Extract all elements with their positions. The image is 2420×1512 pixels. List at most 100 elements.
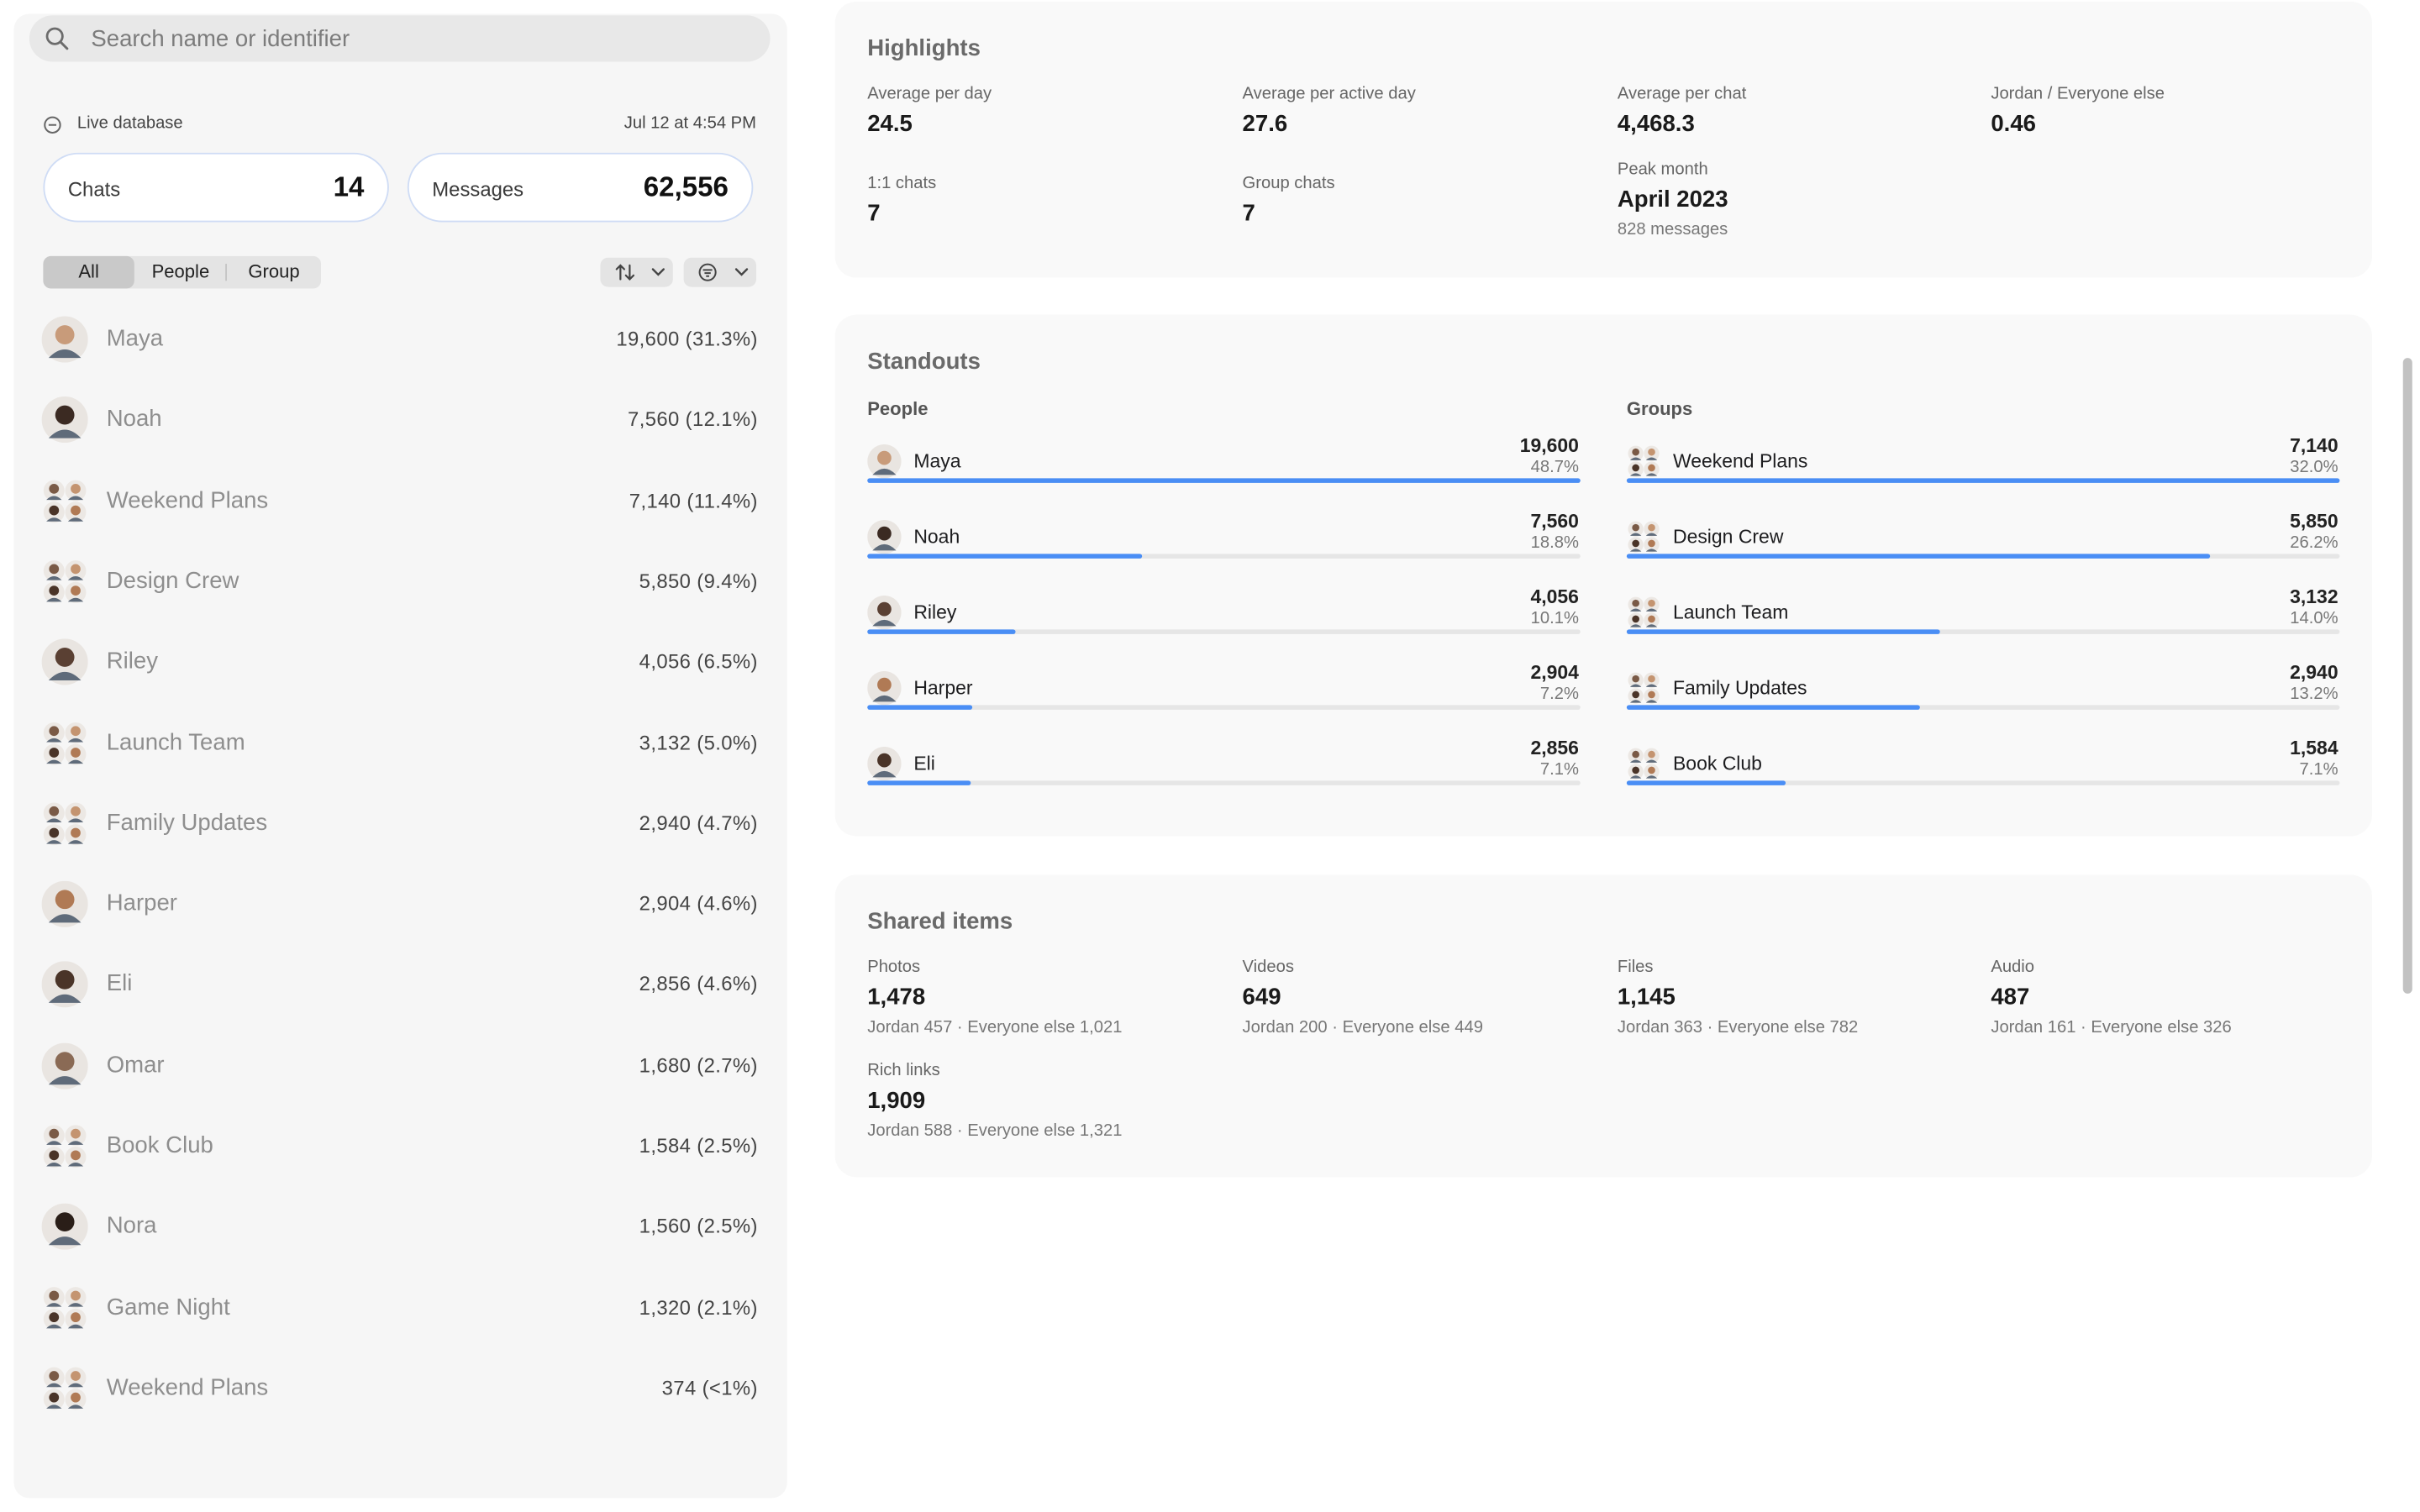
main-scrollbar[interactable]: [2402, 358, 2412, 994]
standout-name: Riley: [913, 601, 957, 624]
sort-menu-button[interactable]: [600, 257, 673, 287]
standout-bar-track: [1626, 780, 2340, 785]
conversation-item-weekend-plans[interactable]: Weekend Plans 374 (<1%): [14, 1348, 787, 1429]
avatar: [42, 1123, 88, 1169]
conversation-name: Noah: [106, 406, 162, 433]
standout-percent: 10.1%: [1530, 609, 1579, 628]
conversation-name: Nora: [106, 1213, 157, 1240]
messages-total-pill[interactable]: Messages 62,556: [407, 152, 754, 223]
standout-row-harper[interactable]: Harper 2,904 7.2%: [867, 662, 1581, 742]
group-avatar-icon: [43, 1367, 87, 1410]
avatar: [42, 801, 88, 847]
conversation-item-game-night[interactable]: Game Night 1,320 (2.1%): [14, 1268, 787, 1348]
standout-row-noah[interactable]: Noah 7,560 18.8%: [867, 511, 1581, 591]
conversation-name: Maya: [106, 325, 164, 352]
group-avatar-icon: [1628, 596, 1660, 628]
conversation-item-eli[interactable]: Eli 2,856 (4.6%): [14, 945, 787, 1026]
filter-all-tab[interactable]: All: [43, 255, 134, 289]
standout-percent: 13.2%: [2290, 685, 2338, 704]
conversation-message-count: 3,132 (5.0%): [639, 730, 758, 754]
stat-subtext: 828 messages: [1617, 220, 1728, 239]
search-bar[interactable]: [29, 15, 771, 62]
conversation-item-omar[interactable]: Omar 1,680 (2.7%): [14, 1026, 787, 1106]
avatar-icon: [41, 638, 88, 685]
conversation-item-maya[interactable]: Maya 19,600 (31.3%): [14, 299, 787, 380]
standout-row-design-crew[interactable]: Design Crew 5,850 26.2%: [1626, 511, 2340, 591]
conversation-item-nora[interactable]: Nora 1,560 (2.5%): [14, 1187, 787, 1268]
conversation-name: Omar: [106, 1052, 165, 1079]
group-avatar-icon: [43, 1125, 87, 1168]
conversation-item-family-updates[interactable]: Family Updates 2,940 (4.7%): [14, 784, 787, 864]
shared-audio: Audio 487 Jordan 161 · Everyone else 326: [1991, 958, 2231, 1037]
standout-percent: 7.2%: [1539, 685, 1579, 704]
conversation-message-count: 19,600 (31.3%): [616, 327, 758, 350]
standout-count: 1,584: [2290, 737, 2338, 759]
standout-bar-fill: [867, 478, 1581, 483]
avatar-icon: [41, 880, 88, 928]
avatar: [1627, 520, 1660, 554]
standout-bar-track: [867, 780, 1581, 785]
last-updated-timestamp: Jul 12 at 4:54 PM: [623, 113, 756, 133]
stat-value: 24.5: [867, 111, 913, 138]
avatar: [867, 519, 902, 554]
conversation-item-harper[interactable]: Harper 2,904 (4.6%): [14, 864, 787, 945]
chats-total-pill[interactable]: Chats 14: [43, 152, 389, 223]
stat-group-chats: Group chats 7: [1243, 175, 1335, 227]
filter-group-tab[interactable]: Group: [227, 256, 321, 289]
standout-row-riley[interactable]: Riley 4,056 10.1%: [867, 586, 1581, 666]
standout-row-family-updates[interactable]: Family Updates 2,940 13.2%: [1626, 662, 2340, 742]
conversation-item-noah[interactable]: Noah 7,560 (12.1%): [14, 380, 787, 460]
shared-videos: Videos 649 Jordan 200 · Everyone else 44…: [1243, 958, 1483, 1037]
avatar-icon: [41, 1204, 88, 1251]
sort-icon: [615, 264, 635, 281]
stat-value: 487: [1991, 984, 2030, 1011]
stat-label: Files: [1617, 958, 1654, 977]
conversation-name: Design Crew: [106, 567, 239, 594]
conversation-message-count: 374 (<1%): [661, 1376, 758, 1399]
conversation-message-count: 1,320 (2.1%): [639, 1295, 758, 1319]
standout-row-weekend-plans[interactable]: Weekend Plans 7,140 32.0%: [1626, 435, 2340, 515]
filter-all-label: All: [78, 260, 99, 283]
conversation-item-design-crew[interactable]: Design Crew 5,850 (9.4%): [14, 541, 787, 622]
filter-menu-button[interactable]: [683, 257, 756, 287]
standout-name: Eli: [913, 753, 935, 775]
conversation-name: Eli: [106, 971, 133, 998]
conversation-message-count: 2,940 (4.7%): [639, 811, 758, 835]
stat-label: Videos: [1242, 958, 1294, 977]
avatar: [41, 316, 88, 363]
stat-value: April 2023: [1617, 186, 1728, 213]
conversation-name: Book Club: [106, 1132, 213, 1159]
chat-type-filter: All People Group: [43, 255, 322, 289]
database-icon: [44, 116, 61, 134]
standout-percent: 32.0%: [2290, 458, 2338, 477]
stat-value: 1,478: [867, 984, 926, 1011]
standout-count: 2,904: [1530, 661, 1579, 684]
avatar: [42, 720, 88, 766]
standout-row-book-club[interactable]: Book Club 1,584 7.1%: [1626, 738, 2340, 817]
conversation-item-launch-team[interactable]: Launch Team 3,132 (5.0%): [14, 703, 787, 784]
conversation-message-count: 5,850 (9.4%): [639, 569, 758, 593]
avatar-icon: [867, 595, 902, 630]
conversation-item-weekend-plans[interactable]: Weekend Plans 7,140 (11.4%): [14, 460, 787, 541]
stat-value: 649: [1242, 984, 1281, 1011]
stat-label: Average per active day: [1242, 85, 1416, 104]
stat-label: Rich links: [867, 1061, 940, 1080]
standout-bar-track: [867, 554, 1581, 559]
chats-count: 14: [333, 171, 365, 202]
avatar: [41, 1204, 88, 1251]
live-database-label: Live database: [76, 113, 183, 133]
search-input[interactable]: [91, 23, 739, 55]
shared-items-card: Shared items Photos 1,478 Jordan 457 · E…: [834, 874, 2373, 1178]
standout-row-launch-team[interactable]: Launch Team 3,132 14.0%: [1626, 586, 2340, 666]
avatar-icon: [867, 746, 902, 781]
conversation-item-riley[interactable]: Riley 4,056 (6.5%): [14, 622, 787, 703]
standout-count: 7,140: [2290, 434, 2338, 457]
conversation-item-book-club[interactable]: Book Club 1,584 (2.5%): [14, 1106, 787, 1187]
standout-row-maya[interactable]: Maya 19,600 48.7%: [867, 435, 1581, 515]
filter-people-tab[interactable]: People: [134, 256, 227, 289]
conversation-message-count: 1,584 (2.5%): [639, 1133, 758, 1158]
stat-value: 1,145: [1617, 984, 1676, 1011]
standout-row-eli[interactable]: Eli 2,856 7.1%: [867, 738, 1581, 817]
stat-label: Group chats: [1242, 174, 1335, 193]
standout-bar-fill: [1626, 780, 1786, 785]
